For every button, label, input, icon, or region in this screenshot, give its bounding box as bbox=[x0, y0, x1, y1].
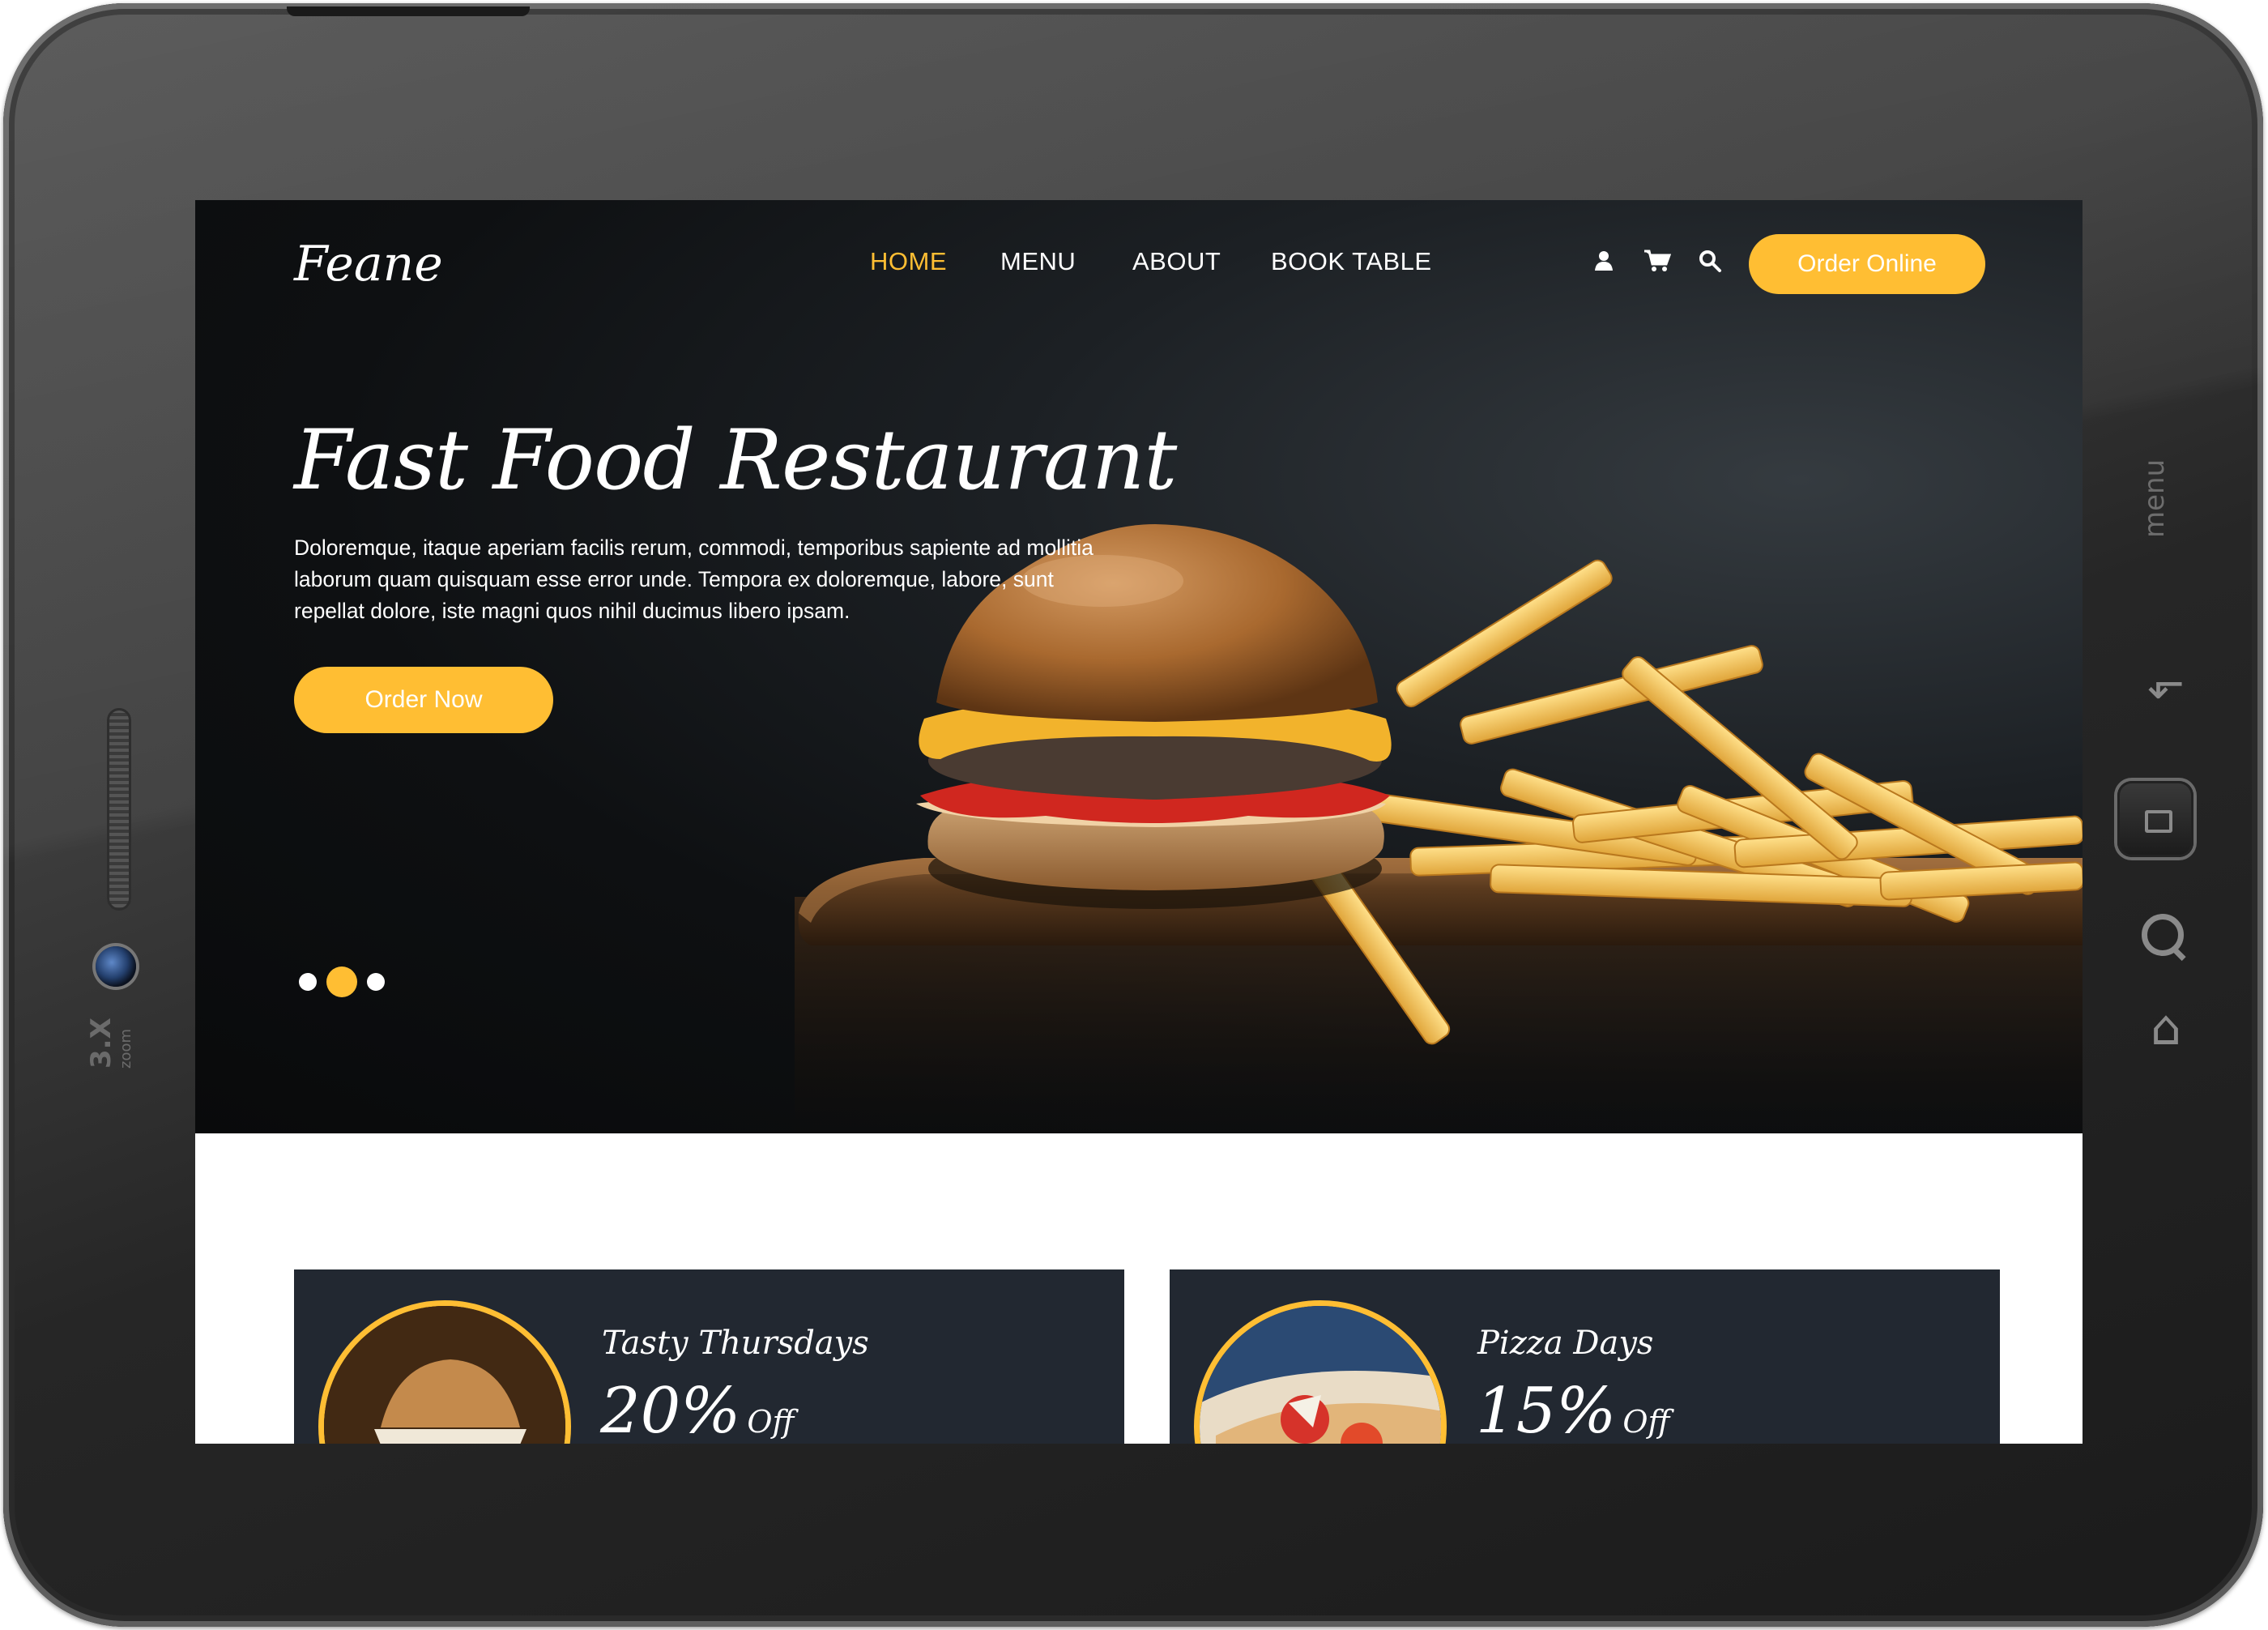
offer-discount: 15% Off bbox=[1476, 1375, 1669, 1444]
site-logo[interactable]: Feane bbox=[294, 236, 443, 292]
offer-percent: 20% bbox=[600, 1375, 741, 1444]
offer-card-tasty-thursdays[interactable]: Tasty Thursdays 20% Off bbox=[294, 1269, 1124, 1444]
zoom-label: 3.X zoom bbox=[85, 1004, 142, 1069]
screen: Feane HOME MENU ABOUT BOOK TABLE Order O bbox=[195, 200, 2083, 1444]
nav-about[interactable]: ABOUT bbox=[1132, 247, 1221, 276]
offer-discount: 20% Off bbox=[600, 1375, 794, 1444]
top-button bbox=[287, 6, 530, 16]
offer-percent: 15% bbox=[1476, 1375, 1617, 1444]
home-hardware-button[interactable] bbox=[2117, 781, 2193, 857]
speaker-grille bbox=[107, 708, 131, 911]
hero-title: Fast Food Restaurant bbox=[294, 412, 1177, 509]
carousel-dot-2[interactable] bbox=[326, 966, 357, 997]
nav-home[interactable]: HOME bbox=[870, 247, 947, 276]
offer-burger-image bbox=[318, 1300, 571, 1444]
order-online-button[interactable]: Order Online bbox=[1749, 234, 1985, 294]
tablet-frame: 3.X zoom menu ⬐ ⌂ Feane HOME MENU ABOUT … bbox=[3, 3, 2263, 1627]
offer-pizza-image bbox=[1194, 1300, 1447, 1444]
offer-suffix: Off bbox=[747, 1404, 795, 1440]
offer-card-pizza-days[interactable]: Pizza Days 15% Off bbox=[1170, 1269, 2000, 1444]
order-now-button[interactable]: Order Now bbox=[294, 667, 553, 733]
camera-lens bbox=[96, 946, 136, 987]
carousel-dot-1[interactable] bbox=[299, 973, 317, 991]
house-icon[interactable]: ⌂ bbox=[2142, 1000, 2190, 1056]
offer-suffix: Off bbox=[1622, 1404, 1670, 1440]
hero-description: Doloremque, itaque aperiam facilis rerum… bbox=[294, 536, 1094, 623]
offer-title: Tasty Thursdays bbox=[602, 1325, 869, 1362]
carousel-dot-3[interactable] bbox=[367, 973, 385, 991]
search-icon[interactable] bbox=[1698, 249, 1722, 273]
user-icon[interactable] bbox=[1592, 249, 1616, 273]
hero-section: Feane HOME MENU ABOUT BOOK TABLE Order O bbox=[195, 200, 2083, 1133]
cart-icon[interactable] bbox=[1643, 249, 1671, 273]
zoom-label-small: zoom bbox=[117, 1028, 134, 1069]
side-menu-label: menu bbox=[2138, 459, 2171, 538]
search-hardware-icon[interactable] bbox=[2137, 909, 2189, 961]
nav-book-table[interactable]: BOOK TABLE bbox=[1271, 247, 1432, 276]
offer-title: Pizza Days bbox=[1477, 1325, 1654, 1362]
zoom-label-big: 3.X bbox=[85, 1018, 117, 1069]
back-icon[interactable]: ⬐ bbox=[2142, 659, 2190, 708]
nav-menu[interactable]: MENU bbox=[1000, 247, 1076, 276]
